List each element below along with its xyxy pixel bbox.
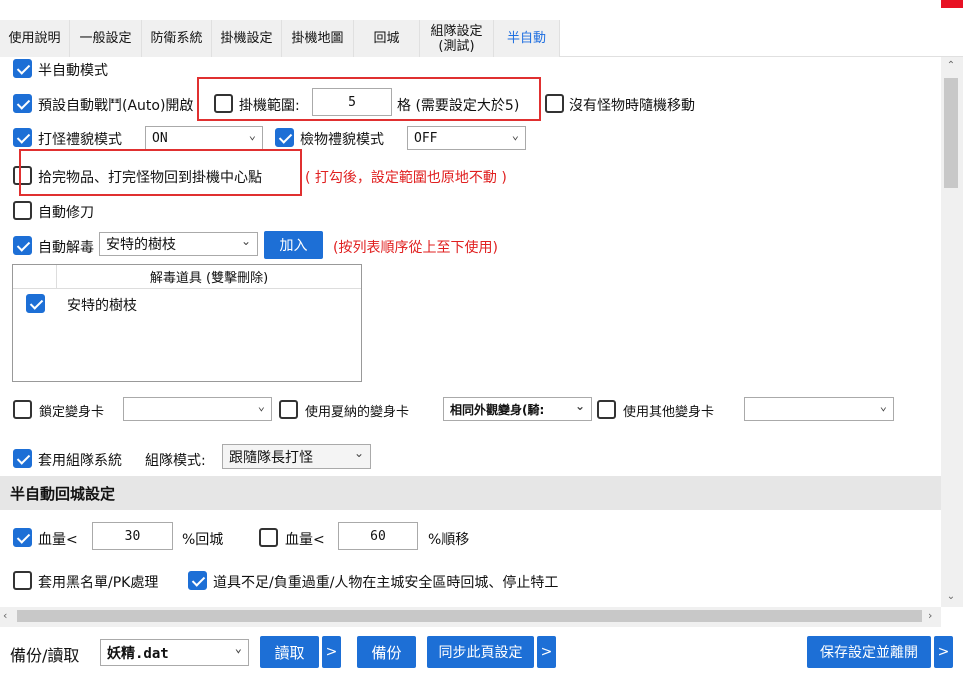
pickup-courtesy-checkbox[interactable] (275, 128, 294, 147)
semi-auto-settings-window: 使用說明 一般設定 防衛系統 掛機設定 掛機地圖 回城 組隊設定 (測試) 半自… (0, 0, 963, 678)
scroll-up-icon[interactable]: ⌃ (944, 60, 958, 74)
hp-return-input[interactable]: 30 (92, 522, 173, 550)
summer-card-checkbox[interactable] (279, 400, 298, 419)
semi-auto-mode-label: 半自動模式 (38, 63, 108, 79)
combat-courtesy-checkbox[interactable] (13, 128, 32, 147)
backup-file-select[interactable]: 妖精.dat (100, 639, 249, 666)
tab-party-test[interactable]: 組隊設定 (測試) (420, 20, 494, 57)
other-card-checkbox[interactable] (597, 400, 616, 419)
pickup-courtesy-select[interactable]: OFF (407, 126, 526, 150)
return-center-note: ( 打勾後，設定範圍也原地不動 ) (305, 170, 507, 186)
auto-repair-checkbox[interactable] (13, 201, 32, 220)
blacklist-checkbox[interactable] (13, 571, 32, 590)
auto-repair-label: 自動修刀 (38, 205, 94, 221)
list-header-check-column (13, 265, 57, 289)
read-button[interactable]: 讀取 (260, 636, 319, 668)
tab-general[interactable]: 一般設定 (70, 20, 142, 57)
hp-return-suffix: %回城 (182, 532, 224, 548)
list-item[interactable]: 安特的樹枝 (67, 295, 137, 315)
auto-detox-label: 自動解毒 (38, 240, 94, 256)
shortage-return-checkbox[interactable] (188, 571, 207, 590)
hp-return-checkbox[interactable] (13, 528, 32, 547)
scroll-down-icon[interactable]: ⌄ (944, 591, 958, 605)
auto-battle-label: 預設自動戰鬥(Auto)開啟 (38, 98, 194, 114)
semi-auto-mode-checkbox[interactable] (13, 59, 32, 78)
highlight-return-box (19, 149, 302, 196)
tab-afk-map[interactable]: 掛機地圖 (282, 20, 354, 57)
random-move-checkbox[interactable] (545, 94, 564, 113)
list-header[interactable]: 解毒道具 (雙擊刪除) (57, 265, 361, 289)
close-icon[interactable] (941, 0, 963, 8)
hp-return-label: 血量< (38, 532, 78, 548)
lock-card-checkbox[interactable] (13, 400, 32, 419)
shortage-return-label: 道具不足/負重過重/人物在主城安全區時回城、停止特工 (213, 575, 559, 591)
detox-order-note: (按列表順序從上至下使用) (333, 240, 498, 256)
backup-button[interactable]: 備份 (357, 636, 416, 668)
title-strip (0, 0, 963, 20)
party-mode-label: 組隊模式: (145, 453, 206, 469)
combat-courtesy-label: 打怪禮貌模式 (38, 132, 122, 148)
backup-label: 備份/讀取 (10, 646, 80, 665)
random-move-label: 沒有怪物時隨機移動 (569, 98, 695, 114)
scroll-right-icon[interactable]: › (928, 609, 940, 623)
summer-card-select[interactable]: 相同外觀變身(騎: (443, 397, 592, 421)
lock-card-select[interactable] (123, 397, 272, 421)
combat-courtesy-select[interactable]: ON (145, 126, 263, 150)
save-exit-button[interactable]: 保存設定並離開 (807, 636, 931, 668)
tab-defense[interactable]: 防衛系統 (142, 20, 212, 57)
other-card-select[interactable] (744, 397, 894, 421)
other-card-label: 使用其他變身卡 (623, 405, 715, 420)
lock-card-label: 鎖定變身卡 (39, 405, 105, 420)
horizontal-scroll-thumb[interactable] (17, 610, 922, 622)
tab-afk-settings[interactable]: 掛機設定 (212, 20, 282, 57)
hp-teleport-suffix: %順移 (428, 532, 470, 548)
auto-detox-checkbox[interactable] (13, 236, 32, 255)
return-section-title: 半自動回城設定 (0, 476, 941, 510)
detox-item-select[interactable]: 安特的樹枝 (99, 232, 258, 256)
summer-card-label: 使用夏納的變身卡 (305, 405, 410, 420)
highlight-range-box (197, 77, 541, 121)
hp-teleport-input[interactable]: 60 (338, 522, 418, 550)
save-more-button[interactable]: > (934, 636, 953, 668)
sync-more-button[interactable]: > (537, 636, 556, 668)
read-more-button[interactable]: > (322, 636, 341, 668)
hp-teleport-checkbox[interactable] (259, 528, 278, 547)
pickup-courtesy-label: 檢物禮貌模式 (300, 132, 384, 148)
scroll-left-icon[interactable]: ‹ (3, 609, 15, 623)
tab-usage[interactable]: 使用說明 (0, 20, 70, 57)
sync-page-button[interactable]: 同步此頁設定 (427, 636, 534, 668)
blacklist-label: 套用黑名單/PK處理 (38, 575, 159, 591)
vertical-scroll-thumb[interactable] (944, 78, 958, 188)
tab-return-town[interactable]: 回城 (354, 20, 420, 57)
party-mode-select[interactable]: 跟隨隊長打怪 (222, 444, 371, 469)
tab-semi-auto[interactable]: 半自動 (494, 20, 560, 57)
party-system-label: 套用組隊系統 (38, 453, 122, 469)
party-system-checkbox[interactable] (13, 449, 32, 468)
auto-battle-checkbox[interactable] (13, 94, 32, 113)
list-item-checkbox[interactable] (26, 294, 45, 313)
add-detox-button[interactable]: 加入 (264, 231, 323, 259)
hp-teleport-label: 血量< (285, 532, 325, 548)
